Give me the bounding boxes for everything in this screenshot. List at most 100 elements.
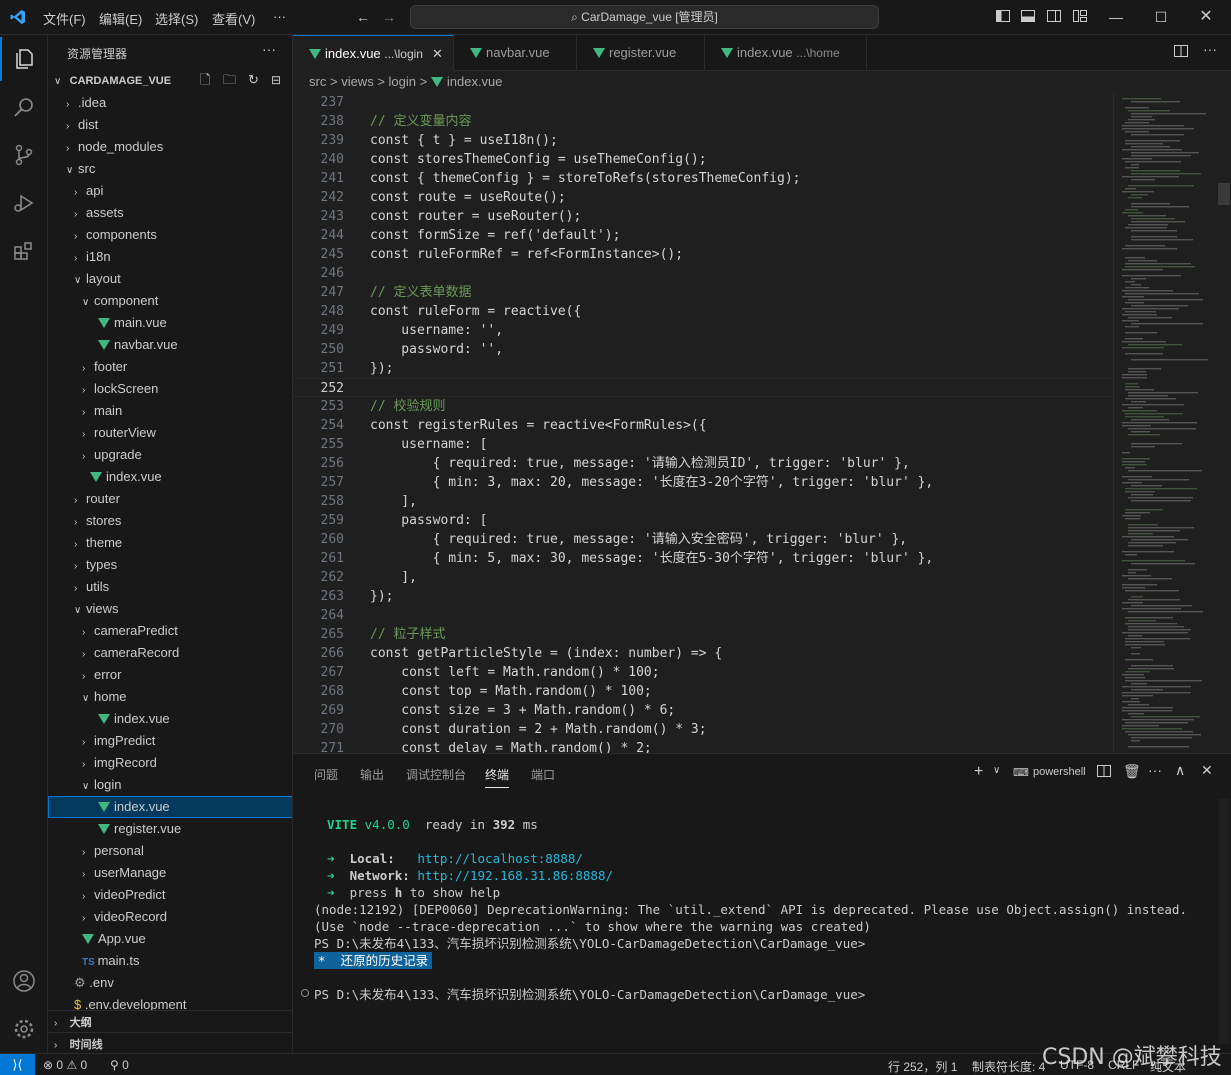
trash-icon[interactable]: 🗑: [1123, 763, 1141, 780]
tree-folder[interactable]: › components: [48, 224, 292, 246]
breadcrumb-src[interactable]: src: [309, 74, 326, 89]
menu-selection[interactable]: 选择(S): [155, 9, 198, 28]
tree-file[interactable]: index.vue: [48, 708, 292, 730]
close-panel-icon[interactable]: ✕: [1201, 762, 1213, 779]
explorer-more-icon[interactable]: ···: [262, 41, 276, 57]
tree-folder[interactable]: › stores: [48, 510, 292, 532]
tree-folder[interactable]: › cameraPredict: [48, 620, 292, 642]
tree-folder[interactable]: ∨ layout: [48, 268, 292, 290]
new-file-icon[interactable]: 🗋: [200, 69, 210, 91]
tree-folder[interactable]: › types: [48, 554, 292, 576]
remote-indicator-icon[interactable]: ⟩⟨: [0, 1054, 35, 1075]
customize-layout-icon[interactable]: [1071, 8, 1089, 26]
tab-index-home[interactable]: index.vue ...\home: [705, 35, 867, 71]
breadcrumb-login[interactable]: login: [389, 74, 416, 89]
code-editor[interactable]: 237 238 // 定义变量内容 239 const { t } = useI18n(…: [293, 93, 1113, 753]
tab-navbar[interactable]: navbar.vue: [454, 35, 577, 71]
tree-folder[interactable]: ∨ component: [48, 290, 292, 312]
back-arrow-icon[interactable]: ←: [354, 8, 372, 26]
minimize-icon[interactable]: —: [1107, 8, 1125, 26]
tree-folder[interactable]: › router: [48, 488, 292, 510]
forward-arrow-icon[interactable]: →: [380, 8, 398, 26]
tree-folder[interactable]: › imgRecord: [48, 752, 292, 774]
search-view-icon[interactable]: [0, 85, 48, 129]
extensions-icon[interactable]: [0, 229, 48, 273]
toggle-primary-sidebar-icon[interactable]: [994, 8, 1012, 26]
network-url-link[interactable]: http://192.168.31.86:8888/: [417, 868, 613, 883]
tree-folder[interactable]: › imgPredict: [48, 730, 292, 752]
local-url-link[interactable]: http://localhost:8888/: [417, 851, 583, 866]
cursor-position[interactable]: 行 252，列 1: [888, 1058, 957, 1075]
maximize-icon[interactable]: ☐: [1152, 8, 1170, 26]
tab-size[interactable]: 制表符长度: 4: [972, 1058, 1045, 1075]
command-center-search[interactable]: ⌕ CarDamage_vue [管理员]: [410, 5, 879, 29]
breadcrumb-file[interactable]: index.vue: [447, 74, 503, 89]
tree-folder[interactable]: ∨ login: [48, 774, 292, 796]
panel-tab-debug-console[interactable]: 调试控制台: [406, 766, 466, 783]
project-header[interactable]: ∨ CARDAMAGE_VUE 🗋 🗀 ↻ ⊟: [48, 69, 292, 91]
new-folder-icon[interactable]: 🗀: [223, 69, 236, 91]
tree-folder[interactable]: › cameraRecord: [48, 642, 292, 664]
tree-file[interactable]: TS main.ts: [48, 950, 292, 972]
tab-register[interactable]: register.vue: [577, 35, 705, 71]
source-control-icon[interactable]: [0, 133, 48, 177]
toggle-panel-icon[interactable]: [1019, 8, 1037, 26]
breadcrumb-views[interactable]: views: [341, 74, 374, 89]
shell-name[interactable]: powershell: [1033, 766, 1086, 778]
tab-index-login[interactable]: index.vue ...\login ✕: [293, 35, 454, 71]
tree-folder[interactable]: › node_modules: [48, 136, 292, 158]
tree-folder[interactable]: › lockScreen: [48, 378, 292, 400]
panel-tab-terminal[interactable]: 终端: [485, 766, 510, 788]
outline-section[interactable]: › 大纲: [48, 1010, 292, 1032]
tree-folder[interactable]: › footer: [48, 356, 292, 378]
tree-folder[interactable]: ∨ src: [48, 158, 292, 180]
split-terminal-icon[interactable]: [1097, 765, 1111, 780]
tree-file[interactable]: main.vue: [48, 312, 292, 334]
tree-file[interactable]: register.vue: [48, 818, 292, 840]
refresh-icon[interactable]: ↻: [248, 69, 259, 91]
explorer-icon[interactable]: [0, 37, 48, 81]
tree-file[interactable]: index.vue: [48, 796, 292, 818]
tree-folder[interactable]: › i18n: [48, 246, 292, 268]
tree-folder[interactable]: ∨ views: [48, 598, 292, 620]
errors-indicator[interactable]: ⊗ 0 ⚠ 0: [43, 1058, 87, 1072]
menu-file[interactable]: 文件(F): [43, 9, 86, 28]
minimap[interactable]: [1113, 93, 1231, 753]
close-tab-icon[interactable]: ✕: [432, 36, 443, 72]
panel-tab-problems[interactable]: 问题: [314, 766, 338, 783]
panel-tab-output[interactable]: 输出: [360, 766, 384, 783]
tree-file[interactable]: App.vue: [48, 928, 292, 950]
tree-folder[interactable]: › assets: [48, 202, 292, 224]
tree-folder[interactable]: › error: [48, 664, 292, 686]
new-terminal-icon[interactable]: +: [974, 763, 983, 781]
panel-more-icon[interactable]: ···: [1148, 762, 1162, 778]
run-debug-icon[interactable]: [0, 181, 48, 225]
tree-folder[interactable]: › videoRecord: [48, 906, 292, 928]
split-editor-icon[interactable]: [1174, 44, 1188, 60]
close-window-icon[interactable]: ✕: [1197, 8, 1215, 26]
tree-folder[interactable]: › personal: [48, 840, 292, 862]
tree-file[interactable]: $ .env.development: [48, 994, 292, 1010]
collapse-all-icon[interactable]: ⊟: [271, 69, 281, 91]
tree-file[interactable]: index.vue: [48, 466, 292, 488]
maximize-panel-icon[interactable]: ∧: [1175, 762, 1185, 779]
panel-tab-ports[interactable]: 端口: [531, 766, 555, 783]
tree-folder[interactable]: › routerView: [48, 422, 292, 444]
tree-folder[interactable]: › upgrade: [48, 444, 292, 466]
menu-edit[interactable]: 编辑(E): [99, 9, 142, 28]
tree-folder[interactable]: › dist: [48, 114, 292, 136]
settings-gear-icon[interactable]: [0, 1007, 48, 1051]
chevron-down-icon[interactable]: ∨: [993, 765, 1000, 776]
terminal-output[interactable]: VITE v4.0.0 ready in 392 ms ➜ Local: htt…: [293, 794, 1219, 1054]
tree-folder[interactable]: › .idea: [48, 92, 292, 114]
account-icon[interactable]: [0, 959, 48, 1003]
editor-more-icon[interactable]: ···: [1203, 41, 1217, 57]
tree-folder[interactable]: ∨ home: [48, 686, 292, 708]
tree-folder[interactable]: › theme: [48, 532, 292, 554]
terminal-scrollbar[interactable]: [1219, 799, 1229, 1044]
toggle-secondary-sidebar-icon[interactable]: [1045, 8, 1063, 26]
tree-folder[interactable]: › api: [48, 180, 292, 202]
menu-view[interactable]: 查看(V): [212, 9, 255, 28]
tree-folder[interactable]: › utils: [48, 576, 292, 598]
tree-file[interactable]: ⚙ .env: [48, 972, 292, 994]
